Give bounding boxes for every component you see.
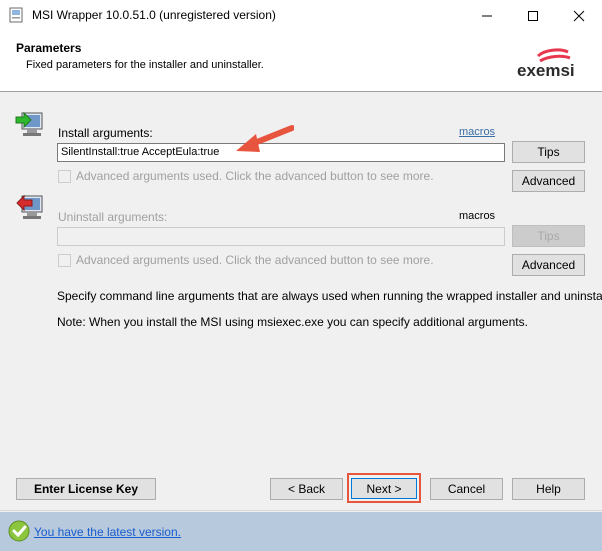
install-arguments-label: Install arguments: [58, 126, 153, 140]
maximize-icon [528, 10, 538, 21]
footer-divider [0, 510, 602, 511]
uninstall-advanced-checkbox[interactable] [58, 254, 71, 267]
latest-version-link[interactable]: You have the latest version. [34, 525, 181, 539]
close-icon [573, 10, 585, 21]
cancel-button[interactable]: Cancel [430, 478, 503, 500]
install-tips-button[interactable]: Tips [512, 141, 585, 163]
minimize-icon [482, 15, 492, 16]
install-macros-link[interactable]: macros [459, 126, 495, 138]
maximize-button[interactable] [510, 0, 556, 31]
close-button[interactable] [556, 0, 602, 31]
uninstall-computer-icon [16, 194, 43, 219]
page-title: Parameters [16, 41, 82, 55]
install-advanced-checkbox-label: Advanced arguments used. Click the advan… [76, 169, 434, 183]
page-subtitle: Fixed parameters for the installer and u… [26, 59, 264, 71]
next-button[interactable]: Next > [351, 478, 417, 499]
uninstall-arguments-label: Uninstall arguments: [58, 210, 168, 224]
back-button[interactable]: < Back [270, 478, 343, 500]
install-advanced-checkbox[interactable] [58, 170, 71, 183]
uninstall-macros-link: macros [459, 210, 496, 222]
uninstall-tips-button[interactable]: Tips [512, 225, 585, 247]
install-advanced-button[interactable]: Advanced [512, 170, 585, 192]
uninstall-arguments-input[interactable] [57, 227, 505, 246]
install-computer-icon [15, 111, 43, 136]
enter-license-key-button[interactable]: Enter License Key [16, 478, 156, 500]
uninstall-advanced-button[interactable]: Advanced [512, 254, 585, 276]
uninstall-advanced-checkbox-label: Advanced arguments used. Click the advan… [76, 253, 434, 267]
help-text-line1: Specify command line arguments that are … [57, 289, 602, 303]
check-icon [8, 520, 30, 542]
exemsi-logo: exemsi [517, 61, 575, 80]
help-button[interactable]: Help [512, 478, 585, 500]
minimize-button[interactable] [464, 0, 510, 31]
callout-arrow-icon [236, 125, 294, 152]
app-icon [9, 7, 23, 23]
window-title: MSI Wrapper 10.0.51.0 (unregistered vers… [32, 8, 276, 22]
help-text-line2: Note: When you install the MSI using msi… [57, 315, 528, 329]
